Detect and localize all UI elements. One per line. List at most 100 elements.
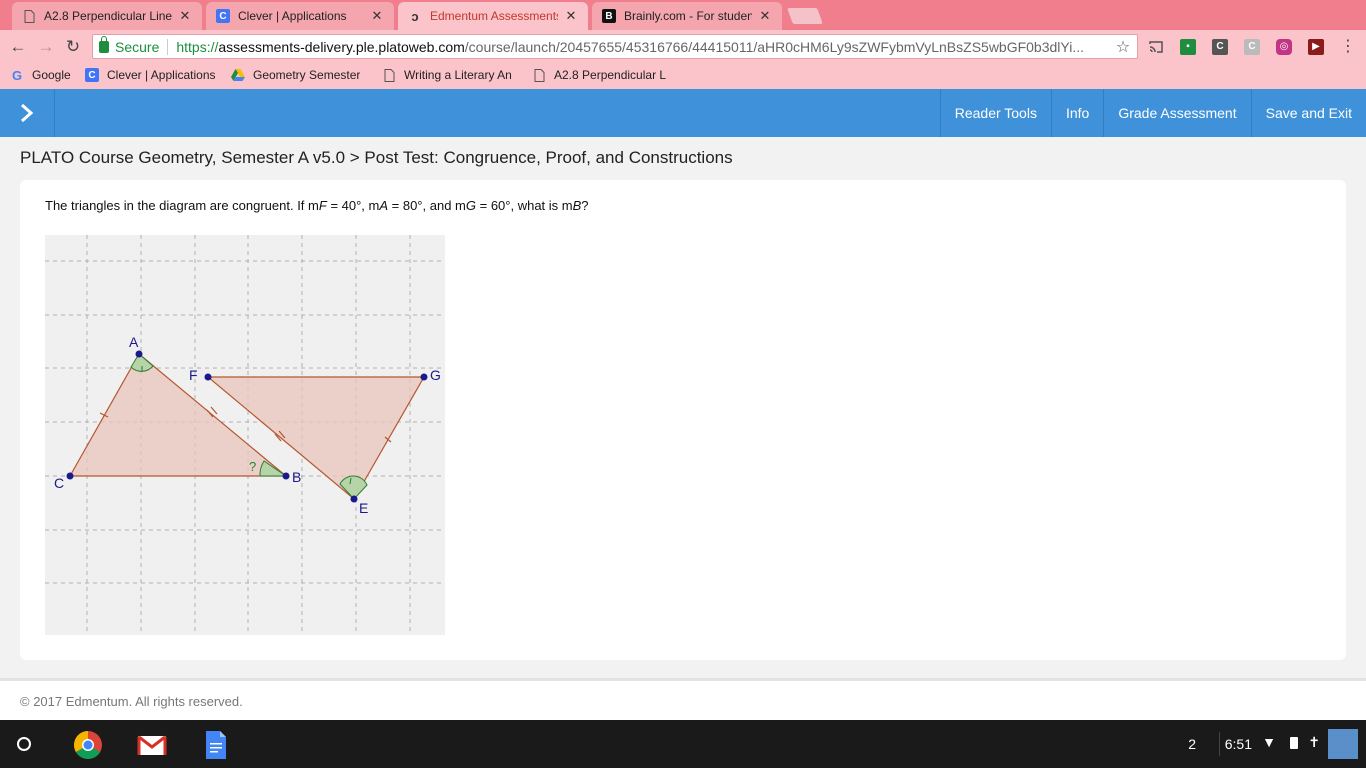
- url-text: https://assessments-delivery.ple.platowe…: [176, 39, 1113, 55]
- gmail-icon[interactable]: [137, 730, 167, 760]
- bookmark-perpendicular[interactable]: A2.8 Perpendicular L: [532, 68, 672, 82]
- menu-kebab-icon[interactable]: ⋮: [1338, 37, 1358, 57]
- triangle-diagram: A B C E F G ?: [45, 235, 445, 635]
- tab-perpendicular[interactable]: A2.8 Perpendicular Lines ✕: [12, 2, 202, 30]
- star-icon[interactable]: ☆: [1113, 37, 1133, 57]
- close-icon[interactable]: ✕: [564, 8, 578, 24]
- clever-icon: C: [216, 9, 230, 23]
- grade-assessment-button[interactable]: Grade Assessment: [1103, 89, 1250, 137]
- vertex-g: [420, 373, 428, 381]
- new-tab-button[interactable]: [787, 8, 823, 24]
- tab-title: Edmentum Assessments: [430, 9, 558, 23]
- chrome-icon[interactable]: [73, 730, 103, 760]
- vertex-c: [66, 472, 74, 480]
- close-icon[interactable]: ✕: [370, 8, 384, 24]
- notification-count[interactable]: 2: [1188, 736, 1196, 752]
- launcher-icon[interactable]: [17, 737, 31, 751]
- bookmark-google[interactable]: G Google: [10, 67, 71, 83]
- browser-toolbar: ← → ↻ Secure https://assessments-deliver…: [0, 30, 1366, 63]
- close-icon[interactable]: ✕: [758, 8, 772, 24]
- question-var: B: [572, 198, 582, 213]
- question-part: = 60°, what is m: [476, 198, 573, 213]
- extension-c-gray-icon[interactable]: C: [1244, 39, 1260, 55]
- unknown-angle-mark: ?: [249, 459, 256, 474]
- label-a: A: [129, 334, 139, 350]
- bookmark-label: A2.8 Perpendicular L: [554, 68, 667, 82]
- edmentum-icon: ↄ: [411, 8, 419, 24]
- question-var: G: [465, 198, 476, 213]
- secure-label: Secure: [115, 38, 160, 55]
- classroom-icon[interactable]: ▪: [1180, 39, 1196, 55]
- label-e: E: [359, 500, 368, 516]
- tab-title: A2.8 Perpendicular Lines: [44, 9, 172, 23]
- tab-edmentum[interactable]: ↄ Edmentum Assessments ✕: [398, 2, 588, 30]
- lock-icon: [99, 35, 109, 53]
- reload-icon[interactable]: ↻: [63, 37, 83, 57]
- doc-icon: [532, 68, 546, 82]
- extension-c-icon[interactable]: C: [1212, 39, 1228, 55]
- bookmark-label: Clever | Applications: [107, 68, 216, 82]
- tab-title: Clever | Applications: [238, 9, 347, 23]
- info-button[interactable]: Info: [1050, 89, 1103, 137]
- bookmark-geometry[interactable]: Geometry Semester: [231, 68, 371, 82]
- bookmark-label: Geometry Semester: [253, 68, 361, 82]
- vertex-e: [350, 495, 358, 503]
- clever-icon: C: [85, 68, 99, 82]
- close-icon[interactable]: ✕: [178, 8, 192, 24]
- question-part: The triangles in the diagram are congrue…: [45, 198, 319, 213]
- label-c: C: [54, 475, 64, 491]
- bookmark-label: Writing a Literary An: [404, 68, 512, 82]
- back-arrow-icon[interactable]: ←: [8, 37, 28, 57]
- docs-icon[interactable]: [201, 730, 231, 760]
- question-text: The triangles in the diagram are congrue…: [45, 198, 589, 213]
- tab-title: Brainly.com - For students: [624, 9, 752, 23]
- question-part: = 40°, m: [326, 198, 380, 213]
- label-b: B: [292, 469, 301, 485]
- angle-b-marker: [259, 460, 288, 477]
- tab-brainly[interactable]: B Brainly.com - For students ✕: [592, 2, 782, 30]
- breadcrumb: PLATO Course Geometry, Semester A v5.0 >…: [20, 148, 733, 167]
- bookmarks-bar: G Google C Clever | Applications Geometr…: [0, 63, 1366, 89]
- accessibility-icon: ✝: [1308, 734, 1320, 750]
- wifi-icon: ▼: [1262, 734, 1276, 750]
- question-card: The triangles in the diagram are congrue…: [20, 180, 1346, 660]
- question-var: F: [318, 198, 327, 213]
- vertex-f: [204, 373, 212, 381]
- save-and-exit-button[interactable]: Save and Exit: [1250, 89, 1366, 137]
- header-nav: Reader Tools Info Grade Assessment Save …: [939, 89, 1366, 137]
- cast-icon[interactable]: [1148, 39, 1164, 55]
- app-header: Reader Tools Info Grade Assessment Save …: [0, 89, 1366, 137]
- url-scheme: https://: [176, 38, 219, 55]
- vertex-b: [282, 472, 290, 480]
- instagram-icon[interactable]: ◎: [1276, 39, 1292, 55]
- tab-clever[interactable]: C Clever | Applications ✕: [206, 2, 394, 30]
- divider: [167, 38, 169, 55]
- tab-strip: A2.8 Perpendicular Lines ✕ C Clever | Ap…: [0, 0, 1366, 30]
- question-part: = 80°, and m: [388, 198, 466, 213]
- google-icon: G: [11, 67, 23, 83]
- label-f: F: [189, 367, 198, 383]
- diagram-svg: A B C E F G ?: [45, 235, 445, 635]
- url-path: /course/launch/20457655/45316766/4441501…: [464, 38, 1085, 55]
- doc-icon: [22, 9, 36, 23]
- battery-icon: [1290, 737, 1298, 749]
- youtube-icon[interactable]: ▶: [1308, 39, 1324, 55]
- divider: [1219, 732, 1220, 756]
- footer: © 2017 Edmentum. All rights reserved.: [0, 678, 1366, 720]
- label-g: G: [430, 367, 441, 383]
- bookmark-writing[interactable]: Writing a Literary An: [382, 68, 522, 82]
- brainly-icon: B: [602, 9, 616, 23]
- forward-arrow-icon[interactable]: →: [36, 37, 56, 57]
- bookmark-label: Google: [32, 68, 71, 82]
- bookmark-clever[interactable]: C Clever | Applications: [85, 68, 216, 82]
- vertex-a: [135, 350, 143, 358]
- question-part: ?: [581, 198, 589, 213]
- url-host: assessments-delivery.ple.platoweb.com: [218, 38, 465, 55]
- chevron-right-icon[interactable]: [0, 89, 55, 137]
- clock[interactable]: 6:51: [1225, 736, 1252, 752]
- avatar[interactable]: [1328, 729, 1358, 759]
- copyright: © 2017 Edmentum. All rights reserved.: [20, 694, 243, 709]
- doc-icon: [382, 68, 396, 82]
- reader-tools-button[interactable]: Reader Tools: [939, 89, 1051, 137]
- address-bar[interactable]: Secure https://assessments-delivery.ple.…: [92, 34, 1138, 59]
